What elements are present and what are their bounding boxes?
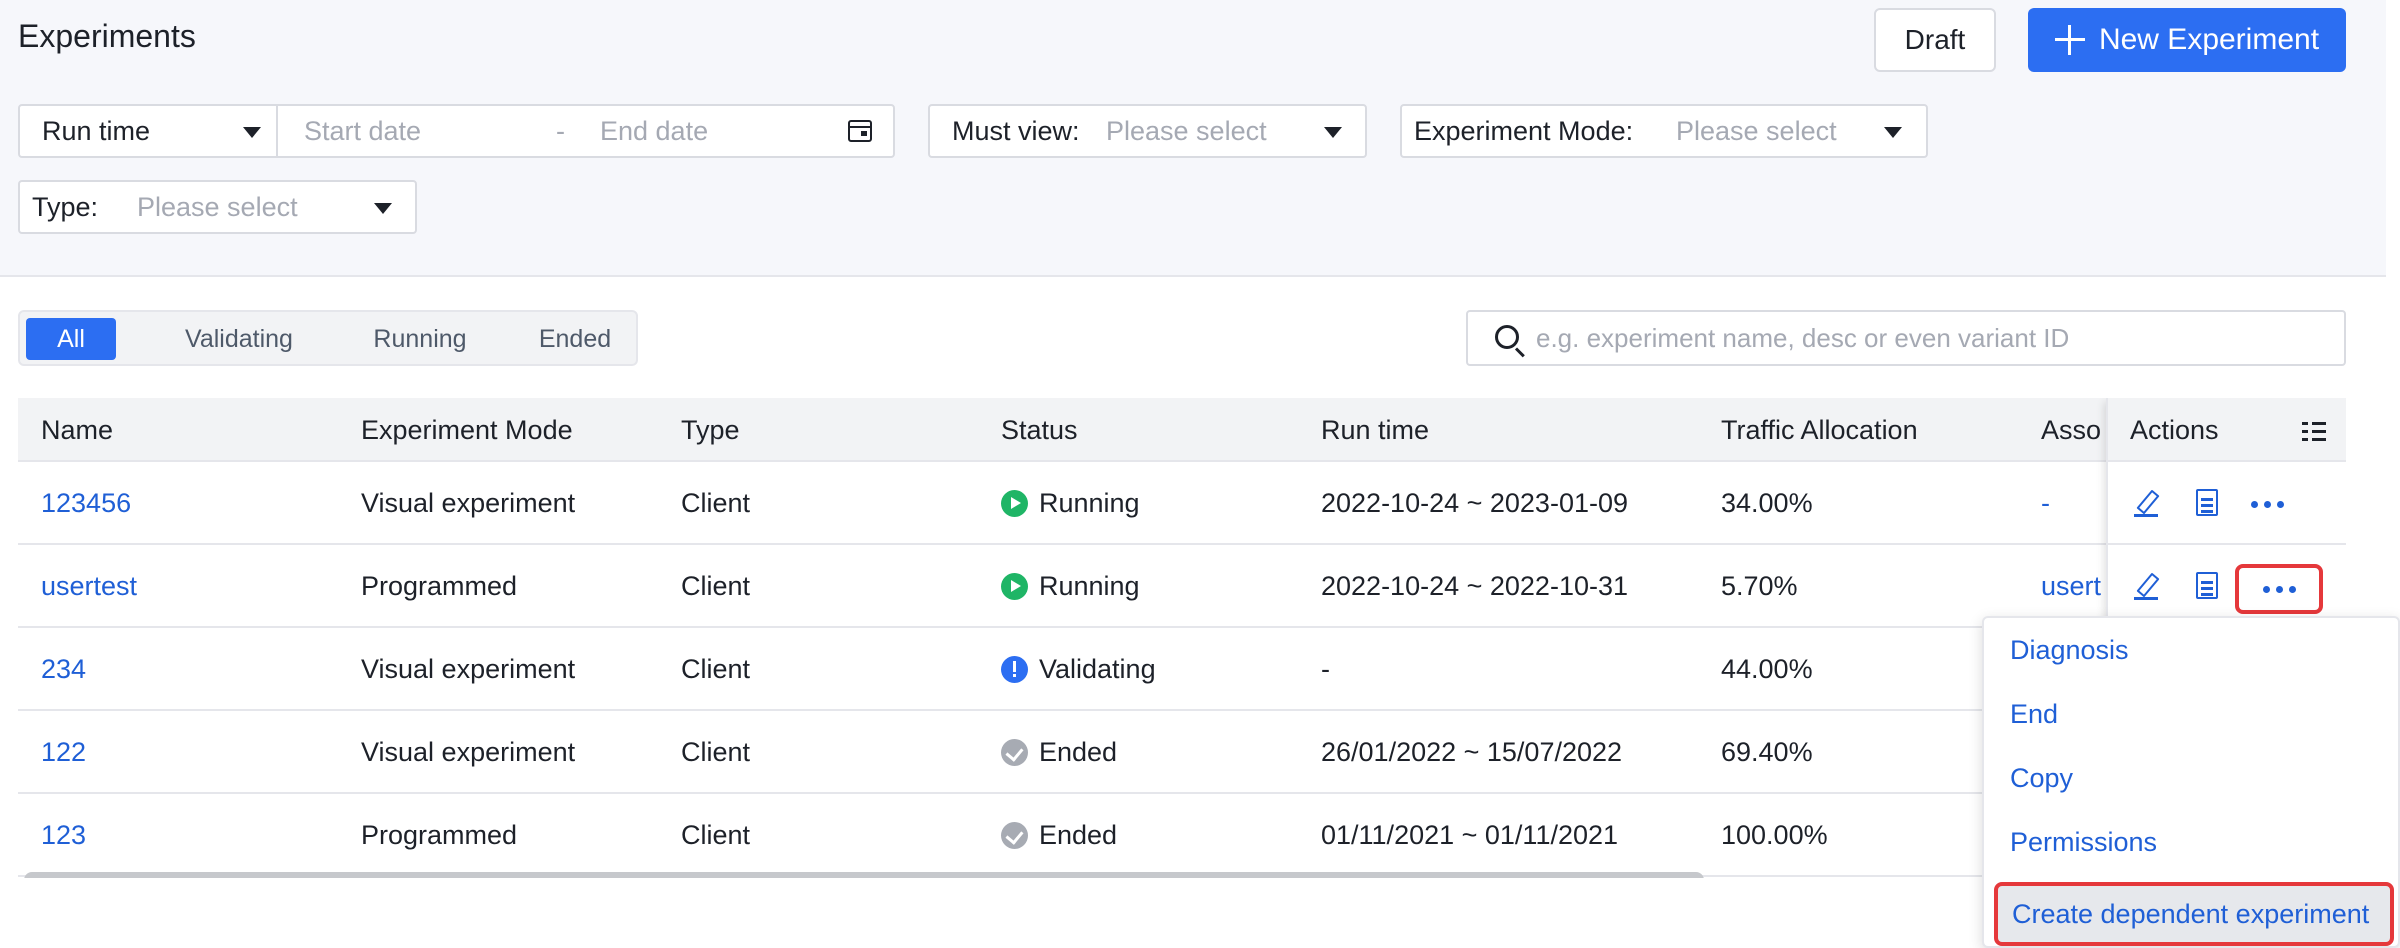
tab-all[interactable]: All bbox=[26, 318, 116, 360]
validating-status-icon bbox=[1001, 656, 1028, 683]
experiment-mode: Visual experiment bbox=[361, 737, 576, 767]
experiment-mode-select[interactable]: Experiment Mode: Please select bbox=[1400, 104, 1928, 158]
page-title: Experiments bbox=[18, 18, 196, 54]
status-text: Validating bbox=[1039, 654, 1156, 684]
column-header-actions: Actions bbox=[2130, 415, 2219, 445]
running-status-icon bbox=[1001, 490, 1028, 517]
menu-item-create-dependent-experiment[interactable]: Create dependent experiment bbox=[1994, 882, 2394, 946]
type-select[interactable]: Type: Please select bbox=[18, 180, 417, 234]
traffic-allocation: 69.40% bbox=[1721, 737, 1813, 767]
experiment-name-link[interactable]: 123456 bbox=[41, 488, 131, 519]
column-header-asso: Asso bbox=[2041, 415, 2102, 445]
type-placeholder: Please select bbox=[137, 191, 298, 222]
tab-ended[interactable]: Ended bbox=[520, 318, 630, 360]
search-icon bbox=[1495, 325, 1519, 349]
status-text: Ended bbox=[1039, 820, 1118, 850]
caret-down-icon bbox=[374, 203, 392, 214]
experiment-name-link[interactable]: 234 bbox=[41, 654, 86, 685]
type-label: Type: bbox=[32, 191, 99, 222]
new-experiment-button[interactable]: New Experiment bbox=[2028, 8, 2346, 72]
tab-running[interactable]: Running bbox=[350, 318, 490, 360]
filter-panel: Experiments Draft New Experiment Run tim… bbox=[0, 0, 2386, 277]
menu-item-diagnosis[interactable]: Diagnosis bbox=[1984, 618, 2400, 682]
tab-validating[interactable]: Validating bbox=[150, 318, 328, 360]
status-text: Running bbox=[1039, 488, 1140, 518]
traffic-allocation: 5.70% bbox=[1721, 571, 1798, 601]
edit-icon[interactable] bbox=[2134, 573, 2160, 600]
run-time: 2022-10-24 ~ 2022-10-31 bbox=[1321, 571, 1628, 601]
experiment-mode: Programmed bbox=[361, 571, 518, 601]
experiment-name-link[interactable]: 122 bbox=[41, 737, 86, 768]
experiment-type: Client bbox=[681, 488, 751, 518]
menu-item-permissions[interactable]: Permissions bbox=[1984, 810, 2400, 874]
experiment-type: Client bbox=[681, 654, 751, 684]
column-header-mode: Experiment Mode bbox=[361, 415, 573, 445]
column-header-runtime: Run time bbox=[1321, 415, 1430, 445]
date-separator: - bbox=[556, 115, 565, 146]
new-experiment-label: New Experiment bbox=[2098, 23, 2320, 56]
associated-link[interactable]: usert bbox=[2041, 571, 2101, 602]
start-date-input[interactable]: Start date bbox=[304, 116, 421, 147]
column-settings-icon[interactable] bbox=[2302, 420, 2328, 442]
experiment-type: Client bbox=[681, 737, 751, 767]
run-time: - bbox=[1321, 654, 1330, 684]
search-box[interactable] bbox=[1466, 310, 2346, 366]
menu-item-copy[interactable]: Copy bbox=[1984, 746, 2400, 810]
actions-row bbox=[2108, 462, 2346, 545]
caret-down-icon bbox=[243, 127, 261, 138]
column-header-traffic: Traffic Allocation bbox=[1721, 415, 1918, 445]
must-view-placeholder: Please select bbox=[1106, 115, 1267, 146]
horizontal-scrollbar[interactable] bbox=[18, 872, 2106, 878]
column-header-status: Status bbox=[1001, 415, 1078, 445]
status-text: Ended bbox=[1039, 737, 1118, 767]
run-time: 26/01/2022 ~ 15/07/2022 bbox=[1321, 737, 1623, 767]
plus-icon bbox=[2054, 25, 2085, 55]
scrollbar-thumb[interactable] bbox=[24, 872, 1704, 878]
associated-link[interactable]: - bbox=[2041, 488, 2050, 519]
experiment-name-link[interactable]: 123 bbox=[41, 820, 86, 851]
runtime-select-value: Run time bbox=[42, 115, 151, 146]
draft-button[interactable]: Draft bbox=[1874, 8, 1996, 72]
actions-header: Actions bbox=[2108, 398, 2346, 462]
experiment-mode: Visual experiment bbox=[361, 654, 576, 684]
document-icon[interactable] bbox=[2196, 489, 2218, 516]
traffic-allocation: 34.00% bbox=[1721, 488, 1813, 518]
table-header: Name Experiment Mode Type Status Run tim… bbox=[18, 398, 2346, 462]
search-input[interactable] bbox=[1536, 318, 2326, 358]
run-time: 2022-10-24 ~ 2023-01-09 bbox=[1321, 488, 1628, 518]
edit-icon[interactable] bbox=[2134, 490, 2160, 517]
document-icon[interactable] bbox=[2196, 572, 2218, 599]
column-header-type: Type bbox=[681, 415, 740, 445]
ended-status-icon bbox=[1001, 822, 1028, 849]
run-time: 01/11/2021 ~ 01/11/2021 bbox=[1321, 820, 1619, 850]
menu-item-end[interactable]: End bbox=[1984, 682, 2400, 746]
experiment-mode: Programmed bbox=[361, 820, 518, 850]
runtime-select[interactable]: Run time bbox=[18, 104, 278, 158]
experiment-name-link[interactable]: usertest bbox=[41, 571, 137, 602]
must-view-select[interactable]: Must view: Please select bbox=[928, 104, 1367, 158]
traffic-allocation: 44.00% bbox=[1721, 654, 1813, 684]
more-icon[interactable] bbox=[2235, 564, 2323, 614]
date-range-picker[interactable]: Start date - End date bbox=[276, 104, 895, 158]
experiment-type: Client bbox=[681, 571, 751, 601]
more-icon[interactable] bbox=[2246, 494, 2288, 514]
experiment-type: Client bbox=[681, 820, 751, 850]
end-date-input[interactable]: End date bbox=[600, 116, 708, 147]
experiment-mode: Visual experiment bbox=[361, 488, 576, 518]
experiment-mode-label: Experiment Mode: bbox=[1414, 115, 1634, 146]
experiment-mode-placeholder: Please select bbox=[1676, 115, 1837, 146]
running-status-icon bbox=[1001, 573, 1028, 600]
ended-status-icon bbox=[1001, 739, 1028, 766]
traffic-allocation: 100.00% bbox=[1721, 820, 1828, 850]
status-text: Running bbox=[1039, 571, 1140, 601]
table-row: 123456 Visual experiment Client Running … bbox=[18, 462, 2346, 545]
status-tabs: All Validating Running Ended bbox=[18, 310, 638, 366]
column-header-name: Name bbox=[41, 415, 114, 445]
must-view-label: Must view: bbox=[952, 115, 1080, 146]
caret-down-icon bbox=[1884, 127, 1902, 138]
calendar-icon[interactable] bbox=[848, 120, 872, 142]
more-actions-menu: Diagnosis End Copy Permissions Create de… bbox=[1982, 616, 2400, 948]
caret-down-icon bbox=[1324, 127, 1342, 138]
